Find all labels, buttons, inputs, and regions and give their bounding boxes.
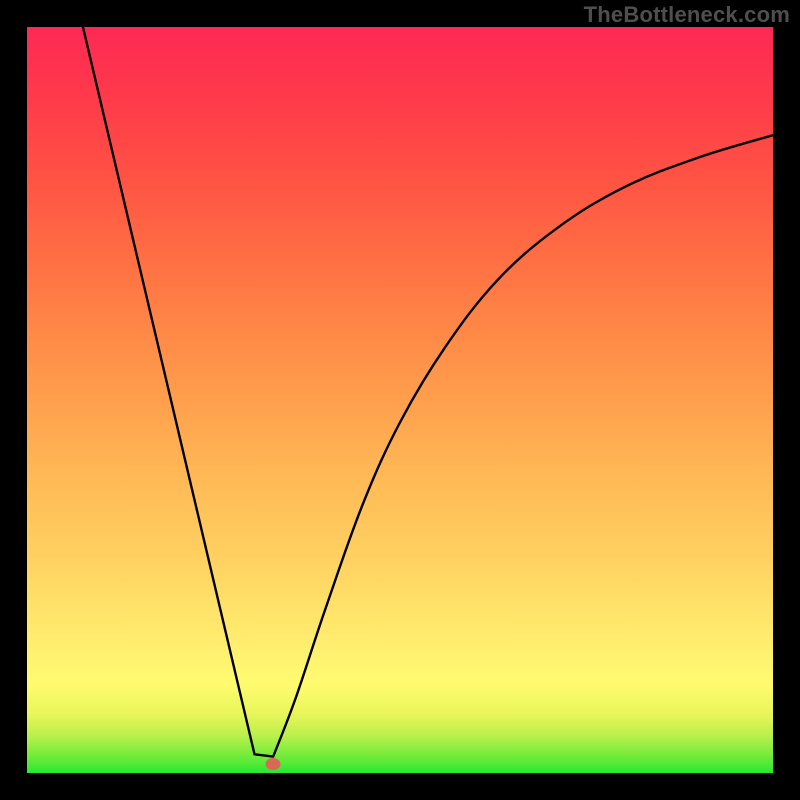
chart-frame: TheBottleneck.com (0, 0, 800, 800)
curve-svg (27, 27, 773, 773)
bottleneck-curve (83, 27, 773, 757)
plot-area (27, 27, 773, 773)
optimal-point-marker (266, 758, 281, 770)
watermark-text: TheBottleneck.com (584, 2, 790, 28)
